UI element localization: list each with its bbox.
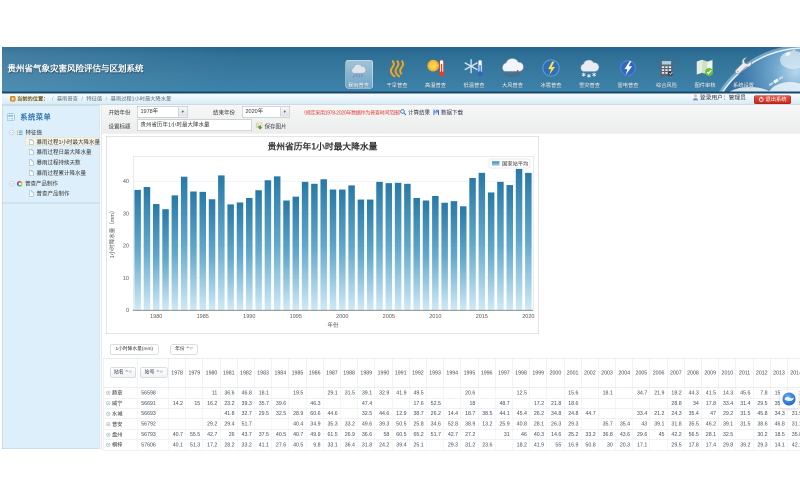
svg-text:30: 30 <box>123 211 129 217</box>
svg-text:10: 10 <box>123 276 129 282</box>
svg-text:40: 40 <box>123 179 129 185</box>
svg-text:2000: 2000 <box>336 314 348 320</box>
svg-text:国家站平均: 国家站平均 <box>502 160 528 168</box>
svg-text:2010: 2010 <box>429 314 441 320</box>
svg-text:2020: 2020 <box>522 314 534 320</box>
svg-text:1985: 1985 <box>197 314 209 320</box>
svg-text:2015: 2015 <box>476 314 488 320</box>
svg-text:1980: 1980 <box>150 314 162 320</box>
svg-text:2005: 2005 <box>383 314 395 320</box>
svg-text:20: 20 <box>123 244 129 250</box>
svg-text:年份: 年份 <box>327 321 339 329</box>
svg-text:1990: 1990 <box>243 314 255 320</box>
svg-text:贵州省历年1小时最大降水量: 贵州省历年1小时最大降水量 <box>268 141 378 152</box>
svg-text:1995: 1995 <box>290 314 302 320</box>
svg-text:0: 0 <box>126 308 129 314</box>
